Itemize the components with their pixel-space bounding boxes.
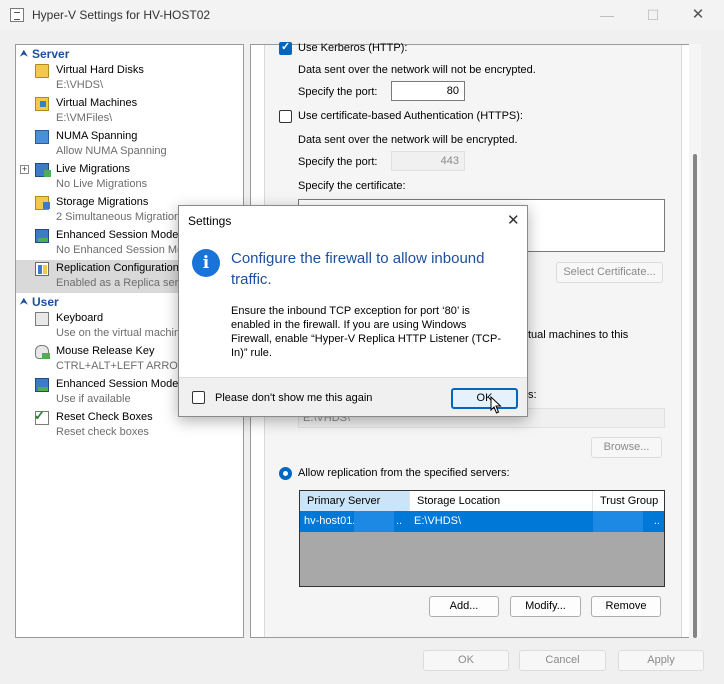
certificate-auth-label: Use certificate-based Authentication (HT…: [298, 110, 523, 122]
column-header-storage-location[interactable]: Storage Location: [410, 491, 593, 511]
certificate-port-label: Specify the port:: [298, 156, 378, 168]
storage-migration-icon: [35, 196, 50, 210]
redaction-mask: [354, 511, 394, 532]
keyboard-icon: [35, 312, 49, 326]
kerberos-checkbox[interactable]: [279, 40, 292, 55]
kerberos-label: Use Kerberos (HTTP):: [298, 42, 408, 54]
minimize-button[interactable]: —: [597, 6, 617, 24]
folder-vm-icon: [35, 97, 49, 111]
numa-icon: [35, 130, 49, 144]
dialog-button-bar: [0, 644, 724, 684]
collapse-chevron-icon: ⮝: [20, 296, 28, 306]
dialog-body: Ensure the inbound TCP exception for por…: [231, 305, 501, 359]
enhanced-session-icon: [35, 229, 49, 243]
allow-specified-servers-label: Allow replication from the specified ser…: [298, 467, 510, 479]
close-window-button[interactable]: ✕: [688, 6, 708, 24]
folder-disk-icon: [35, 64, 49, 78]
dialog-footer: Please don't show me this again OK: [179, 377, 527, 416]
grid-header: Primary Server Storage Location Trust Gr…: [300, 491, 664, 511]
maximize-button[interactable]: ☐: [643, 6, 663, 24]
column-header-primary-server[interactable]: Primary Server: [300, 491, 410, 511]
server-section-header[interactable]: ⮝ Server: [16, 45, 243, 62]
sidebar-item-live-migrations[interactable]: + Live Migrations No Live Migrations: [16, 161, 243, 194]
certificate-auth-checkbox[interactable]: [279, 110, 292, 123]
live-migration-icon: [35, 163, 51, 177]
table-row[interactable]: hv-host01. .. E:\VHDS\ ..: [300, 511, 664, 532]
window-title: Hyper-V Settings for HV-HOST02: [32, 8, 211, 22]
dialog-close-button[interactable]: ✕: [507, 211, 520, 229]
sidebar-item-numa-spanning[interactable]: NUMA Spanning Allow NUMA Spanning: [16, 128, 243, 161]
reset-checkbox-icon: [34, 409, 49, 425]
primary-server-cell: hv-host01. ..: [300, 511, 410, 532]
add-server-button[interactable]: Add...: [429, 596, 499, 617]
redaction-mask: [593, 511, 643, 532]
mouse-pointer-icon: [490, 396, 502, 414]
apply-button[interactable]: Apply: [618, 650, 704, 671]
dont-show-again-label: Please don't show me this again: [215, 392, 373, 404]
mouse-icon: [35, 345, 50, 359]
collapse-chevron-icon: ⮝: [20, 48, 28, 58]
trust-group-cell: ..: [593, 511, 664, 532]
allow-specified-servers-radio[interactable]: [279, 467, 292, 480]
browse-button[interactable]: Browse...: [591, 437, 662, 458]
select-certificate-button[interactable]: Select Certificate...: [556, 262, 663, 283]
dont-show-again-checkbox[interactable]: [192, 391, 205, 404]
hyperv-settings-icon: [10, 8, 24, 22]
certificate-spec-label: Specify the certificate:: [298, 180, 406, 192]
certificate-port-input[interactable]: 443: [391, 151, 465, 171]
modify-server-button[interactable]: Modify...: [510, 596, 581, 617]
storage-location-cell: E:\VHDS\: [414, 515, 462, 527]
scrollbar-thumb[interactable]: [693, 154, 697, 638]
expand-plus-icon[interactable]: +: [20, 165, 29, 174]
info-icon: i: [192, 249, 220, 277]
column-header-trust-group[interactable]: Trust Group: [593, 491, 664, 511]
dialog-title: Settings: [188, 214, 232, 228]
kerberos-port-input[interactable]: 80: [391, 81, 465, 101]
sidebar-item-virtual-machines[interactable]: Virtual Machines E:\VMFiles\: [16, 95, 243, 128]
certificate-auth-note: Data sent over the network will be encry…: [298, 134, 518, 146]
kerberos-port-label: Specify the port:: [298, 86, 378, 98]
vertical-scrollbar[interactable]: [689, 44, 701, 638]
sidebar-item-virtual-hard-disks[interactable]: Virtual Hard Disks E:\VHDS\: [16, 62, 243, 95]
firewall-settings-dialog: Settings ✕ i Configure the firewall to a…: [178, 205, 528, 417]
dialog-headline: Configure the firewall to allow inbound …: [231, 250, 485, 288]
kerberos-note: Data sent over the network will not be e…: [298, 64, 536, 76]
ok-button[interactable]: OK: [423, 650, 509, 671]
dialog-ok-button[interactable]: OK: [451, 388, 518, 409]
allow-any-server-label-tail: tual machines to this: [528, 329, 629, 341]
cancel-button[interactable]: Cancel: [519, 650, 606, 671]
enhanced-session-icon: [35, 378, 49, 392]
replication-icon: [35, 262, 49, 276]
storage-location-label-tail: s:: [528, 389, 537, 401]
authorized-servers-grid[interactable]: Primary Server Storage Location Trust Gr…: [299, 490, 665, 587]
remove-server-button[interactable]: Remove: [591, 596, 661, 617]
